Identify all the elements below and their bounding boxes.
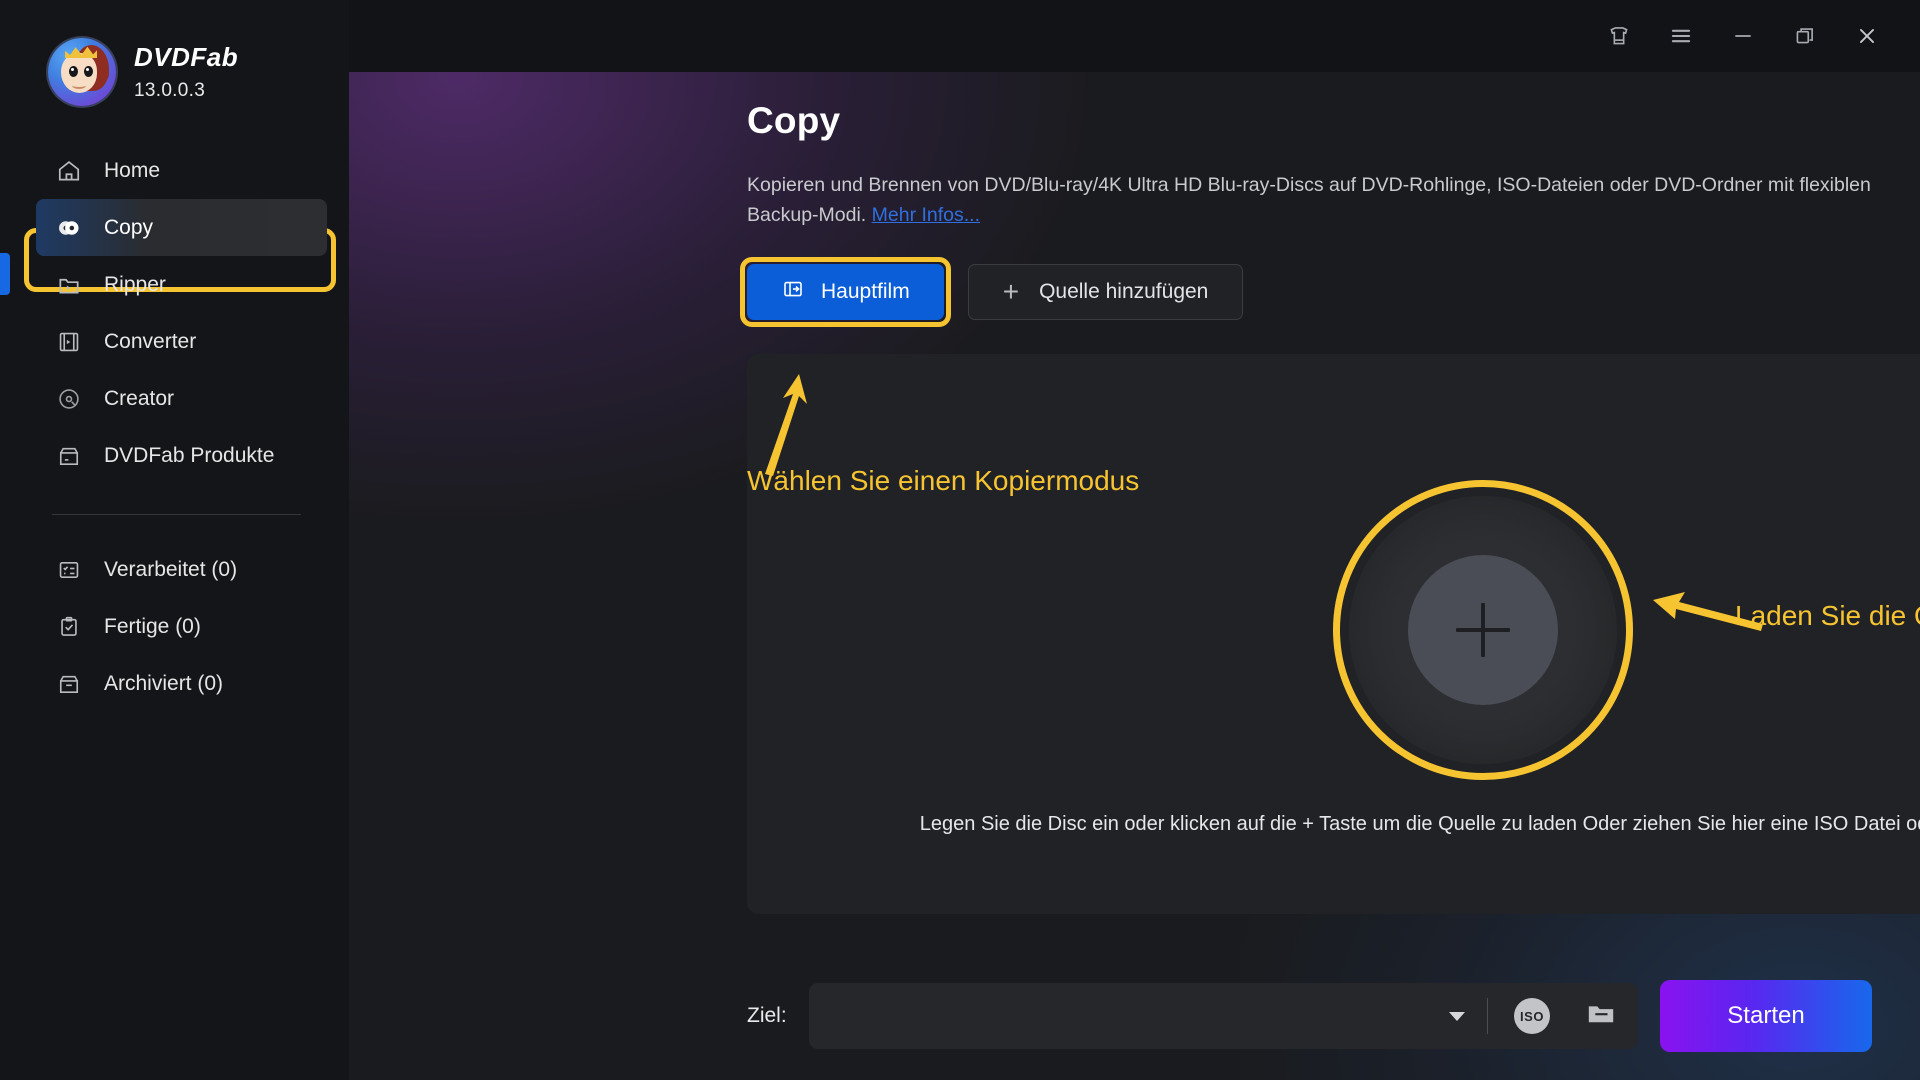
main-content: Copy Kopieren und Brennen von DVD/Blu-ra…	[349, 0, 1920, 1080]
annotation-text-mode: Wählen Sie einen Kopiermodus	[747, 465, 1140, 496]
sidebar-item-copy[interactable]: Copy	[36, 199, 327, 256]
disc-icon	[56, 386, 82, 412]
folder-icon[interactable]	[1584, 997, 1618, 1036]
dvdfab-mascot-logo	[48, 38, 116, 106]
sidebar-item-creator[interactable]: Creator	[36, 370, 327, 427]
sidebar-item-label: Archiviert (0)	[104, 671, 224, 695]
sidebar-item-fertige[interactable]: Fertige (0)	[36, 598, 327, 655]
target-input[interactable]	[830, 983, 1449, 1049]
plus-icon	[1456, 603, 1510, 658]
target-label: Ziel:	[747, 1004, 787, 1027]
sidebar-item-label: Ripper	[104, 272, 166, 296]
add-source-label: Quelle hinzufügen	[1039, 280, 1209, 304]
restore-icon[interactable]	[1778, 9, 1832, 63]
mode-button-row: Hauptfilm + Quelle hinzufügen	[740, 257, 1920, 328]
brand-block: DVDFab 13.0.0.3	[0, 0, 349, 106]
sidebar-item-label: Fertige (0)	[104, 614, 201, 638]
sidebar-divider	[52, 514, 301, 515]
target-field[interactable]: ISO	[808, 983, 1638, 1049]
sidebar-primary-nav: Home Copy Ripper Converter Creator DVDFa…	[0, 142, 349, 484]
sidebar-item-label: Home	[104, 158, 161, 182]
sidebar-item-label: Copy	[104, 215, 154, 239]
archive-icon	[56, 671, 82, 697]
sidebar-secondary-nav: Verarbeitet (0) Fertige (0) Archiviert (…	[0, 541, 349, 712]
sidebar-item-verarbeitet[interactable]: Verarbeitet (0)	[36, 541, 327, 598]
disc-add-source[interactable]	[1333, 480, 1633, 781]
menu-icon[interactable]	[1654, 9, 1708, 63]
brand-name: DVDFab	[134, 42, 239, 72]
disc-outer-ring	[1349, 496, 1617, 765]
theme-shirt-icon[interactable]	[1592, 9, 1646, 63]
start-button[interactable]: Starten	[1660, 980, 1872, 1052]
dropzone-hint: Legen Sie die Disc ein oder klicken auf …	[919, 813, 1920, 836]
minimize-icon[interactable]	[1716, 9, 1770, 63]
sidebar-item-converter[interactable]: Converter	[36, 313, 327, 370]
sidebar: DVDFab 13.0.0.3 Home Copy Ripper Convert…	[0, 0, 349, 1080]
ripper-icon	[56, 272, 82, 298]
plus-icon: +	[1002, 276, 1020, 308]
main-movie-icon	[781, 277, 805, 307]
mode-button-hauptfilm[interactable]: Hauptfilm	[747, 264, 944, 321]
brand-version: 13.0.0.3	[134, 80, 206, 101]
disc-copy-icon	[56, 215, 82, 241]
mode-button-label: Hauptfilm	[821, 280, 910, 304]
sidebar-item-label: Verarbeitet (0)	[104, 557, 238, 581]
home-icon	[56, 158, 82, 184]
divider	[1487, 998, 1488, 1034]
close-icon[interactable]	[1840, 9, 1894, 63]
add-source-button[interactable]: + Quelle hinzufügen	[967, 264, 1244, 321]
clipboard-check-icon	[56, 614, 82, 640]
chevron-down-icon[interactable]	[1449, 1011, 1465, 1021]
film-icon	[56, 329, 82, 355]
sidebar-item-label: DVDFab Produkte	[104, 443, 275, 467]
active-item-indicator	[0, 253, 10, 295]
page-title: Copy	[747, 100, 841, 141]
page-description: Kopieren und Brennen von DVD/Blu-ray/4K …	[747, 170, 1920, 230]
sidebar-item-ripper[interactable]: Ripper	[36, 256, 327, 313]
window-titlebar	[349, 0, 1920, 72]
bottom-bar: Ziel: ISO Starten	[747, 980, 1872, 1052]
source-dropzone[interactable]: Legen Sie die Disc ein oder klicken auf …	[747, 354, 1920, 915]
application-window: DVDFab 13.0.0.3 Home Copy Ripper Convert…	[0, 0, 1920, 1080]
sidebar-item-home[interactable]: Home	[36, 142, 327, 199]
mode-button-highlight: Hauptfilm	[740, 257, 951, 328]
sidebar-item-label: Creator	[104, 386, 175, 410]
annotation-text-load: Laden Sie die Quelldatei	[1735, 600, 1920, 631]
more-info-link[interactable]: Mehr Infos...	[872, 204, 980, 226]
box-icon	[56, 443, 82, 469]
sidebar-item-label: Converter	[104, 329, 197, 353]
sidebar-item-archiviert[interactable]: Archiviert (0)	[36, 655, 327, 712]
disc-inner-hub[interactable]	[1408, 555, 1558, 706]
iso-button[interactable]: ISO	[1514, 998, 1550, 1034]
tasklist-icon	[56, 557, 82, 583]
sidebar-item-dvdfab-produkte[interactable]: DVDFab Produkte	[36, 427, 327, 484]
